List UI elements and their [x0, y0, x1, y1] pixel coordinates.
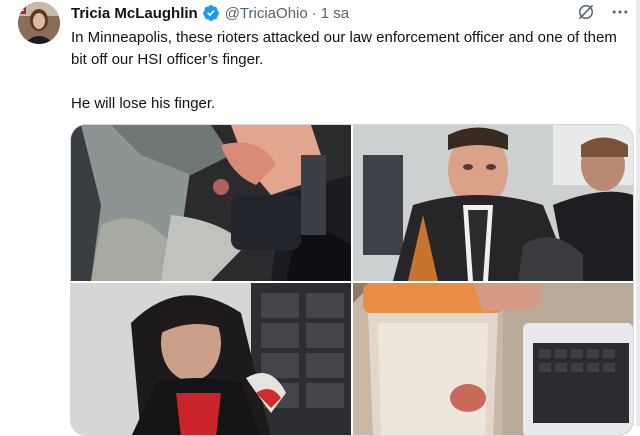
- grok-icon[interactable]: [576, 2, 596, 22]
- photo-specimen-container[interactable]: [353, 283, 633, 435]
- photo-injured-hand[interactable]: [71, 125, 351, 281]
- scrollbar[interactable]: [636, 0, 640, 426]
- tweet-paragraph: He will lose his finger.: [71, 95, 216, 112]
- more-options-icon[interactable]: [610, 2, 630, 22]
- author-name[interactable]: Tricia McLaughlin: [71, 5, 198, 22]
- media-grid[interactable]: [70, 124, 634, 436]
- tweet-paragraph: In Minneapolis, these rioters attacked o…: [71, 29, 617, 68]
- photo-detained-man[interactable]: [353, 125, 633, 281]
- author-handle[interactable]: @TriciaOhio: [225, 5, 308, 22]
- photo-detained-woman[interactable]: [71, 283, 351, 435]
- timestamp[interactable]: 1 sa: [321, 5, 349, 22]
- avatar[interactable]: [18, 2, 60, 44]
- separator-dot: ·: [311, 4, 317, 22]
- verified-badge-icon: [202, 4, 220, 22]
- tweet-text: In Minneapolis, these rioters attacked o…: [71, 27, 631, 115]
